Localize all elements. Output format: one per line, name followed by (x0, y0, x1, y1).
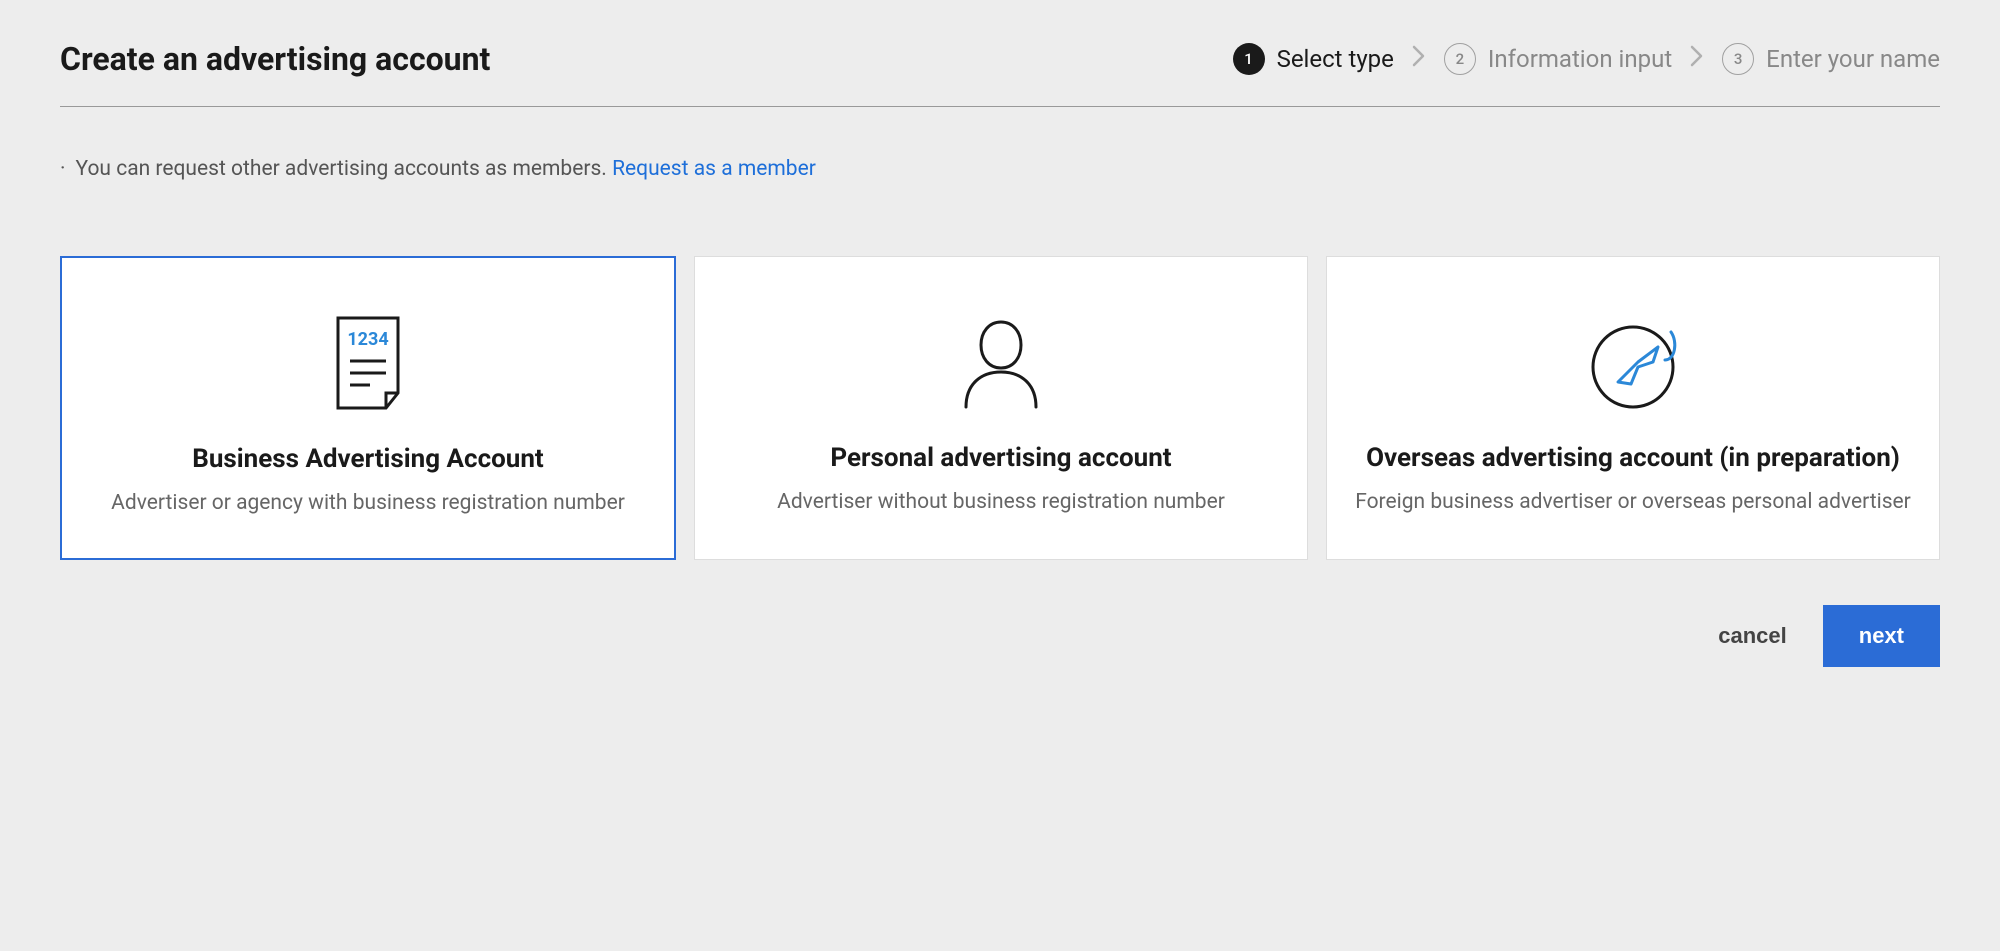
step-3-circle: 3 (1722, 43, 1754, 75)
page-title: Create an advertising account (60, 40, 490, 78)
step-3: 3 Enter your name (1722, 43, 1940, 75)
card-title: Business Advertising Account (192, 443, 543, 477)
request-member-link[interactable]: Request as a member (612, 157, 816, 181)
actions-row: cancel next (60, 605, 1940, 667)
card-business[interactable]: 1234 Business Advertising Account Advert… (60, 256, 676, 560)
card-desc: Advertiser or agency with business regis… (111, 489, 625, 518)
stepper: 1 Select type 2 Information input 3 Ente… (1233, 43, 1940, 75)
info-row: · You can request other advertising acco… (60, 157, 1940, 181)
card-desc: Foreign business advertiser or overseas … (1355, 488, 1911, 517)
info-text-content: You can request other advertising accoun… (76, 157, 607, 181)
step-2: 2 Information input (1444, 43, 1672, 75)
step-1: 1 Select type (1233, 43, 1394, 75)
step-2-label: Information input (1488, 45, 1672, 73)
step-1-circle: 1 (1233, 43, 1265, 75)
next-button[interactable]: next (1823, 605, 1940, 667)
bullet-icon: · (60, 157, 66, 181)
chevron-right-icon (1412, 45, 1426, 73)
card-title: Personal advertising account (830, 442, 1171, 476)
cancel-button[interactable]: cancel (1718, 623, 1787, 649)
header-row: Create an advertising account 1 Select t… (60, 40, 1940, 107)
chevron-right-icon (1690, 45, 1704, 73)
globe-plane-icon (1583, 312, 1683, 412)
svg-text:1234: 1234 (347, 329, 388, 350)
step-2-circle: 2 (1444, 43, 1476, 75)
card-title: Overseas advertising account (in prepara… (1366, 442, 1900, 476)
person-icon (951, 312, 1051, 412)
document-icon: 1234 (328, 313, 408, 413)
card-desc: Advertiser without business registration… (777, 488, 1225, 517)
step-1-label: Select type (1277, 45, 1394, 73)
step-3-label: Enter your name (1766, 45, 1940, 73)
card-overseas[interactable]: Overseas advertising account (in prepara… (1326, 256, 1940, 560)
card-personal[interactable]: Personal advertising account Advertiser … (694, 256, 1308, 560)
cards-row: 1234 Business Advertising Account Advert… (60, 256, 1940, 560)
info-text: You can request other advertising accoun… (76, 157, 816, 181)
